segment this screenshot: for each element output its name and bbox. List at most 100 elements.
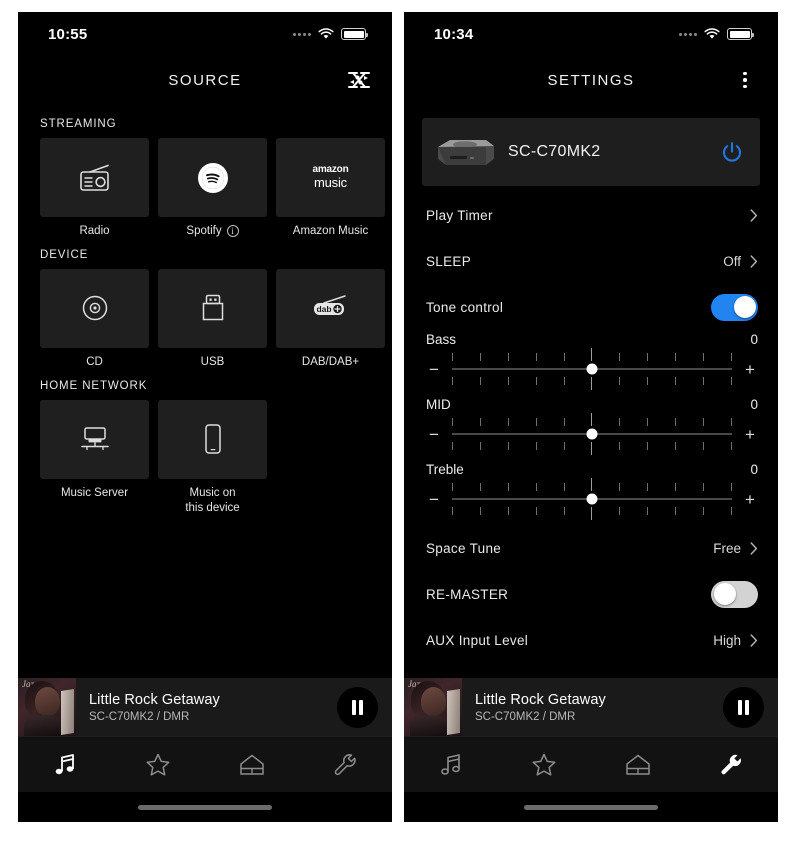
re-master-toggle[interactable] (711, 580, 758, 608)
multiroom-link-icon[interactable] (344, 65, 374, 95)
source-tile-spotify[interactable]: Spotify i (158, 138, 267, 239)
tile-surface[interactable] (40, 138, 149, 217)
tab-favorites[interactable] (112, 737, 206, 792)
row-label: RE-MASTER (426, 586, 509, 602)
art-face (421, 687, 446, 716)
status-time: 10:34 (434, 25, 474, 43)
tab-settings[interactable] (299, 737, 393, 792)
power-icon[interactable] (720, 140, 744, 164)
mid-thumb[interactable] (586, 428, 598, 440)
settings-row-sleep[interactable]: SLEEP Off (404, 238, 778, 284)
track-title: Little Rock Getaway (475, 691, 606, 708)
slider-bass[interactable]: Bass 0 − + (404, 330, 778, 395)
now-playing-bar[interactable]: Jazz Little Rock Getaway SC-C70MK2 / DMR (18, 678, 392, 736)
settings-row-tone-control[interactable]: Tone control (404, 284, 778, 330)
tab-favorites[interactable] (498, 737, 592, 792)
treble-increase-button[interactable]: + (742, 491, 758, 508)
slider-header: Bass 0 (426, 332, 758, 347)
status-indicators (679, 28, 754, 40)
source-tile-music-server[interactable]: Music Server (40, 399, 149, 516)
slider-label: MID (426, 397, 451, 412)
device-card[interactable]: SC-C70MK2 (422, 118, 760, 186)
music-wordmark: music (314, 174, 347, 190)
settings-row-space-tune[interactable]: Space Tune Free (404, 525, 778, 571)
tab-bar-left (18, 736, 392, 792)
bass-decrease-button[interactable]: − (426, 361, 442, 378)
chevron-right-icon (750, 254, 758, 268)
bass-track[interactable] (452, 348, 732, 390)
tile-label: Music Server (40, 486, 149, 501)
source-tile-amazon-music[interactable]: amazon music Amazon Music (276, 138, 385, 239)
tile-label-text: DAB/DAB+ (301, 355, 360, 368)
amazon-music-icon: amazon music (312, 165, 348, 189)
tile-label-text: Radio (79, 225, 110, 237)
now-playing-text: Little Rock Getaway SC-C70MK2 / DMR (76, 692, 337, 723)
tab-settings[interactable] (685, 737, 779, 792)
battery-icon (727, 28, 754, 40)
tile-label-text: Music on (189, 486, 236, 499)
tile-label-text: Spotify (186, 225, 222, 237)
settings-row-aux-input-level[interactable]: AUX Input Level High (404, 617, 778, 663)
treble-track[interactable] (452, 478, 732, 520)
treble-thumb[interactable] (586, 493, 598, 505)
tile-label: Music on this device (158, 486, 267, 516)
tile-surface[interactable] (40, 399, 149, 479)
slider-header: Treble 0 (426, 462, 758, 477)
tab-music[interactable] (18, 737, 112, 792)
source-tile-music-on-this-device[interactable]: Music on this device (158, 399, 267, 516)
tile-surface[interactable] (40, 268, 149, 348)
kebab-menu-icon[interactable] (730, 65, 760, 95)
signal-dots-icon (293, 32, 311, 36)
mid-track[interactable] (452, 413, 732, 455)
settings-row-re-master[interactable]: RE-MASTER (404, 571, 778, 617)
mid-decrease-button[interactable]: − (426, 426, 442, 443)
tile-surface[interactable] (158, 138, 267, 217)
source-list[interactable]: STREAMING Radio Spotify i amazon music A… (18, 104, 392, 678)
tile-surface[interactable] (158, 399, 267, 479)
treble-decrease-button[interactable]: − (426, 491, 442, 508)
pause-icon-bar-1 (737, 699, 742, 715)
art-piano (447, 688, 460, 736)
music-note-icon (55, 753, 74, 774)
tile-label: Amazon Music (276, 224, 385, 239)
source-tile-usb[interactable]: USB (158, 268, 267, 370)
tile-surface[interactable]: amazon music (276, 138, 385, 217)
tick-marks-bottom (452, 507, 732, 520)
source-tile-dab[interactable]: dab DAB/DAB+ (276, 268, 385, 370)
tone-control-toggle[interactable] (711, 293, 758, 321)
screenshot-root: 10:55 SOURCE STREAMING Radio Spotify i a… (0, 0, 800, 844)
page-title: SOURCE (168, 71, 242, 89)
section-heading-home-network: HOME NETWORK (40, 379, 148, 392)
tab-rooms[interactable] (591, 737, 685, 792)
tick-marks-top (452, 413, 732, 426)
now-playing-bar[interactable]: Jazz Little Rock Getaway SC-C70MK2 / DMR (404, 678, 778, 736)
battery-icon (341, 28, 368, 40)
nav-bar-settings: SETTINGS (404, 56, 778, 104)
toggle-knob (713, 583, 736, 605)
row-label: Play Timer (426, 207, 493, 223)
source-tile-radio[interactable]: Radio (40, 138, 149, 239)
tile-row-home-network: Music Server Music on this device (18, 399, 392, 516)
settings-row-play-timer[interactable]: Play Timer (404, 192, 778, 238)
settings-list[interactable]: SC-C70MK2 Play Timer SLEEP Off Tone cont… (404, 104, 778, 678)
pause-button[interactable] (723, 686, 764, 728)
tab-rooms[interactable] (205, 737, 299, 792)
home-indicator-left (18, 792, 392, 822)
source-tile-cd[interactable]: CD (40, 268, 149, 370)
bass-increase-button[interactable]: + (742, 361, 758, 378)
slider-mid[interactable]: MID 0 − + (404, 395, 778, 460)
bass-thumb[interactable] (586, 363, 598, 375)
info-icon[interactable]: i (226, 225, 239, 238)
tile-surface[interactable]: dab (276, 268, 385, 348)
row-value: Off (723, 253, 741, 269)
slider-treble[interactable]: Treble 0 − + (404, 460, 778, 525)
tab-music[interactable] (404, 737, 498, 792)
svg-text:dab: dab (316, 305, 331, 315)
row-label: Tone control (426, 299, 504, 315)
slider-value: 0 (750, 332, 758, 347)
pause-button[interactable] (337, 686, 378, 728)
tile-surface[interactable] (158, 268, 267, 348)
slider-header: MID 0 (426, 397, 758, 412)
tile-label-text: Music Server (60, 486, 129, 499)
mid-increase-button[interactable]: + (742, 426, 758, 443)
